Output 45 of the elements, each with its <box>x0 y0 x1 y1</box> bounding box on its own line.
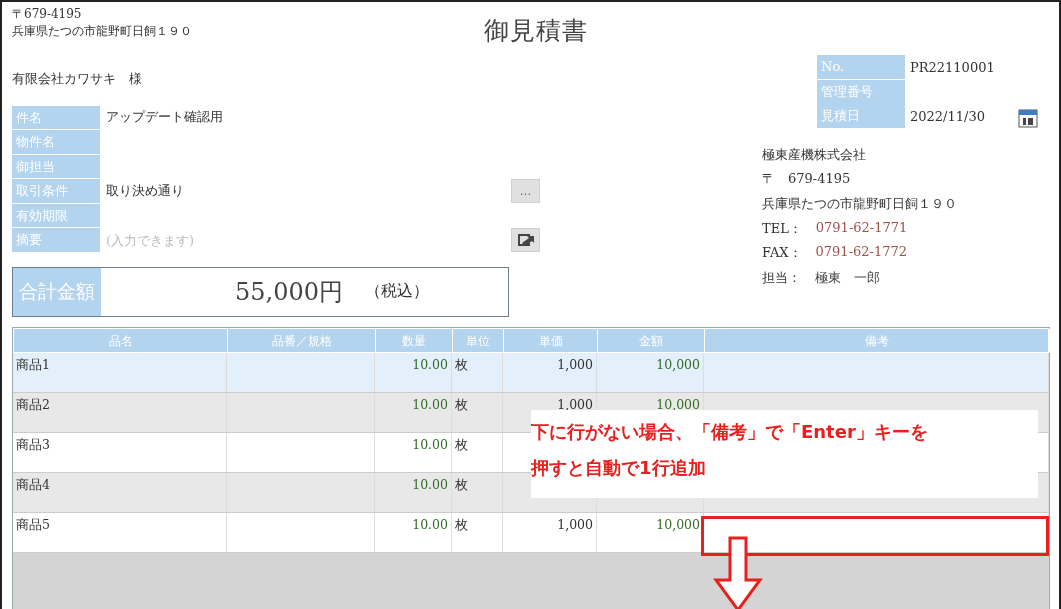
company-name: 極東産機株式会社 <box>762 145 866 164</box>
contact-label: 担当： <box>762 268 801 287</box>
table-cell: 商品3 <box>13 433 227 472</box>
document-title: 御見積書 <box>483 15 588 47</box>
meta-label: 管理番号 <box>817 79 905 104</box>
contact-value: 0791-62-1771 <box>815 219 908 237</box>
table-cell: 10.00 <box>375 393 452 432</box>
company-address: 兵庫県たつの市龍野町日飼１９０ <box>762 194 957 213</box>
table-cell: 枚 <box>452 513 503 552</box>
table-cell: 商品2 <box>13 393 227 432</box>
table-cell: 10,000 <box>597 353 704 392</box>
table-cell: 10,000 <box>597 513 704 552</box>
customer-name: 有限会社カワサキ 様 <box>12 71 142 86</box>
contact-value: 極東 一郎 <box>815 268 880 287</box>
tax-note: （税込） <box>365 281 429 303</box>
field-label: 摘要 <box>12 228 100 253</box>
table-cell: 10.00 <box>375 353 452 392</box>
field-label: 有効期限 <box>12 203 100 228</box>
table-cell: 1,000 <box>503 513 597 552</box>
callout-text: 押すと自動で1行追加 <box>531 456 707 480</box>
table-cell: 枚 <box>452 353 503 392</box>
sender-address: 兵庫県たつの市龍野町日飼１９０ <box>12 23 193 40</box>
total-label: 合計金額 <box>13 267 101 316</box>
table-cell: 枚 <box>452 433 503 472</box>
meta-label: No. <box>817 55 905 80</box>
table-cell: 10.00 <box>375 433 452 472</box>
sender-postal-code: 〒679-4195 <box>12 6 83 23</box>
field-label: 件名 <box>12 105 100 130</box>
table-cell: 枚 <box>452 393 503 432</box>
table-cell: 商品1 <box>13 353 227 392</box>
meta-label: 見積日 <box>817 104 905 129</box>
table-cell: 枚 <box>452 473 503 512</box>
contact-value: 0791-62-1772 <box>815 244 908 262</box>
contact-label: TEL： <box>762 219 802 238</box>
table-cell: 10.00 <box>375 513 452 552</box>
table-cell: 商品5 <box>13 513 227 552</box>
table-cell: 1,000 <box>503 353 597 392</box>
total-amount: 55,000円 <box>235 276 343 308</box>
field-label: 物件名 <box>12 130 100 154</box>
table-cell: 10.00 <box>375 473 452 512</box>
field-label: 御担当 <box>12 154 100 179</box>
table-cell: 商品4 <box>13 473 227 512</box>
contact-label: FAX： <box>762 244 802 263</box>
field-label: 取引条件 <box>12 179 100 203</box>
company-postal-code: 〒 679-4195 <box>762 170 851 189</box>
